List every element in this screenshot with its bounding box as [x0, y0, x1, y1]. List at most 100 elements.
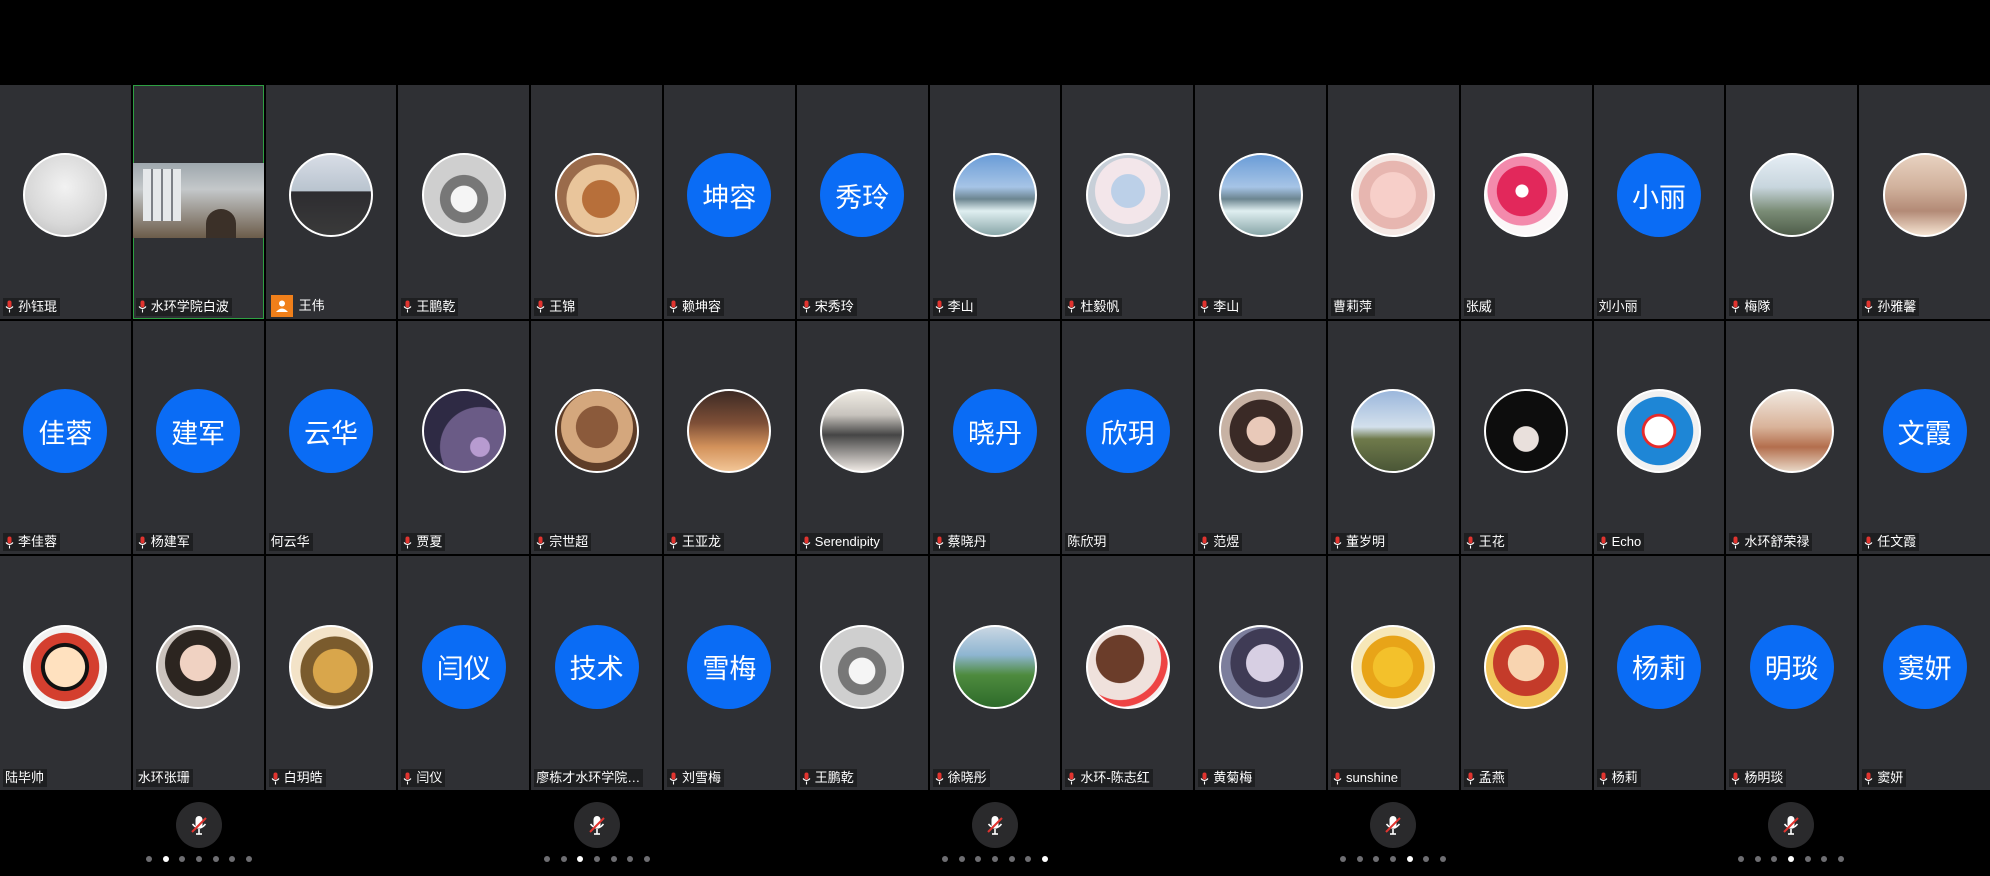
participant-tile[interactable]: 李山 [929, 85, 1061, 319]
page-dot[interactable] [1041, 856, 1048, 862]
mic-icon [935, 772, 944, 785]
participant-tile[interactable]: 贾夏 [398, 320, 530, 555]
page-indicator[interactable] [146, 854, 252, 864]
page-dot[interactable] [1340, 856, 1346, 862]
participant-tile[interactable]: 白玥皓 [265, 556, 397, 790]
participant-tile[interactable]: 王鹏乾 [398, 85, 530, 319]
page-dot[interactable] [1423, 856, 1430, 862]
page-indicator[interactable] [1340, 854, 1446, 864]
participant-tile[interactable]: 水环-陈志红 [1062, 556, 1194, 790]
participant-tile[interactable]: 水环舒荣禄 [1726, 320, 1858, 555]
mute-button[interactable] [1370, 802, 1416, 848]
page-dot[interactable] [1406, 856, 1413, 862]
participant-tile[interactable]: 曹莉萍 [1328, 85, 1459, 319]
participant-tile[interactable]: Echo [1593, 320, 1725, 555]
participant-tile[interactable]: 文霞 任文霞 [1859, 320, 1990, 555]
mute-button[interactable] [1768, 802, 1814, 848]
participant-tile[interactable]: 明琰 杨明琰 [1726, 556, 1858, 790]
page-dot[interactable] [245, 856, 252, 862]
participant-tile[interactable]: 李山 [1195, 85, 1326, 319]
participant-name: 王锦 [549, 298, 576, 314]
participant-tile[interactable]: 孟燕 [1460, 556, 1592, 790]
page-dot[interactable] [991, 856, 998, 862]
page-dot[interactable] [958, 856, 965, 862]
participant-tile[interactable]: 水环张珊 [132, 556, 264, 790]
mute-button[interactable] [972, 802, 1018, 848]
page-dot[interactable] [577, 856, 584, 862]
participant-tile[interactable]: 佳蓉 李佳蓉 [0, 320, 131, 555]
page-dot[interactable] [627, 856, 634, 862]
page-dot[interactable] [1389, 856, 1396, 862]
page-dot[interactable] [593, 856, 600, 862]
participant-tile[interactable]: 梅隊 [1726, 85, 1858, 319]
mic-icon [1731, 772, 1740, 785]
participant-tile[interactable]: 雪梅 刘雪梅 [664, 556, 795, 790]
avatar [952, 153, 1037, 238]
participant-tile[interactable]: 闫仪 闫仪 [398, 556, 530, 790]
participant-tile[interactable]: 王鹏乾 [796, 556, 928, 790]
page-dot[interactable] [179, 856, 186, 862]
page-dot[interactable] [975, 856, 982, 862]
page-dot[interactable] [229, 856, 236, 862]
page-indicator[interactable] [1738, 854, 1844, 864]
participant-tile[interactable]: 陆毕帅 [0, 556, 131, 790]
page-dot[interactable] [146, 856, 152, 862]
participant-tile[interactable]: 孙雅馨 [1859, 85, 1990, 319]
participant-tile[interactable]: 王锦 [531, 85, 662, 319]
participant-tile[interactable]: 水环学院白波 [132, 85, 264, 319]
participant-tile[interactable]: 范煜 [1195, 320, 1326, 555]
page-dot[interactable] [544, 856, 550, 862]
participant-tile[interactable]: 欣玥 陈欣玥 [1062, 320, 1194, 555]
page-dot[interactable] [610, 856, 617, 862]
page-indicator[interactable] [544, 854, 650, 864]
participant-name: 蔡晓丹 [947, 534, 987, 550]
page-dot[interactable] [560, 856, 567, 862]
page-dot[interactable] [1804, 856, 1811, 862]
mic-icon [1864, 772, 1873, 785]
participant-name: 白玥皓 [283, 770, 323, 785]
page-dot[interactable] [1787, 856, 1794, 862]
participant-tile[interactable]: sunshine [1328, 556, 1459, 790]
participant-tile[interactable]: Serendipity [796, 320, 928, 555]
page-dot[interactable] [1356, 856, 1363, 862]
participant-tile[interactable]: 坤容 赖坤容 [664, 85, 795, 319]
participant-tile[interactable]: 王伟 [265, 85, 397, 319]
page-dot[interactable] [162, 856, 169, 862]
page-dot[interactable] [1008, 856, 1015, 862]
participant-tile[interactable]: 王亚龙 [664, 320, 795, 555]
avatar [23, 624, 108, 709]
page-dot[interactable] [643, 856, 650, 862]
participant-tile[interactable]: 晓丹 蔡晓丹 [929, 320, 1061, 555]
participant-tile[interactable]: 建军 杨建军 [132, 320, 264, 555]
page-dot[interactable] [1025, 856, 1032, 862]
page-dot[interactable] [1837, 856, 1844, 862]
participant-tile[interactable]: 王花 [1460, 320, 1592, 555]
participant-tile[interactable]: 黄菊梅 [1195, 556, 1326, 790]
participant-tile[interactable]: 云华 何云华 [265, 320, 397, 555]
participant-tile[interactable]: 技术 廖栋才水环学院… [531, 556, 662, 790]
page-dot[interactable] [942, 856, 948, 862]
participant-tile[interactable]: 小丽 刘小丽 [1593, 85, 1725, 319]
page-indicator[interactable] [942, 854, 1048, 864]
name-label: 杨明琰 [1729, 769, 1787, 787]
page-dot[interactable] [1439, 856, 1446, 862]
page-dot[interactable] [1373, 856, 1380, 862]
page-dot[interactable] [1821, 856, 1828, 862]
page-dot[interactable] [212, 856, 219, 862]
participant-tile[interactable]: 董岁明 [1328, 320, 1459, 555]
participant-tile[interactable]: 孙钰琨 [0, 85, 131, 319]
page-dot[interactable] [1754, 856, 1761, 862]
page-dot[interactable] [1771, 856, 1778, 862]
participant-tile[interactable]: 窦妍 窦妍 [1859, 556, 1990, 790]
participant-tile[interactable]: 徐晓彤 [929, 556, 1061, 790]
mute-button[interactable] [574, 802, 620, 848]
participant-tile[interactable]: 宗世超 [531, 320, 662, 555]
participant-tile[interactable]: 杨莉 杨莉 [1593, 556, 1725, 790]
mic-icon [403, 300, 412, 313]
participant-tile[interactable]: 杜毅帆 [1062, 85, 1194, 319]
mute-button[interactable] [176, 802, 222, 848]
page-dot[interactable] [1738, 856, 1744, 862]
participant-tile[interactable]: 张威 [1460, 85, 1592, 319]
participant-tile[interactable]: 秀玲 宋秀玲 [796, 85, 928, 319]
page-dot[interactable] [195, 856, 202, 862]
